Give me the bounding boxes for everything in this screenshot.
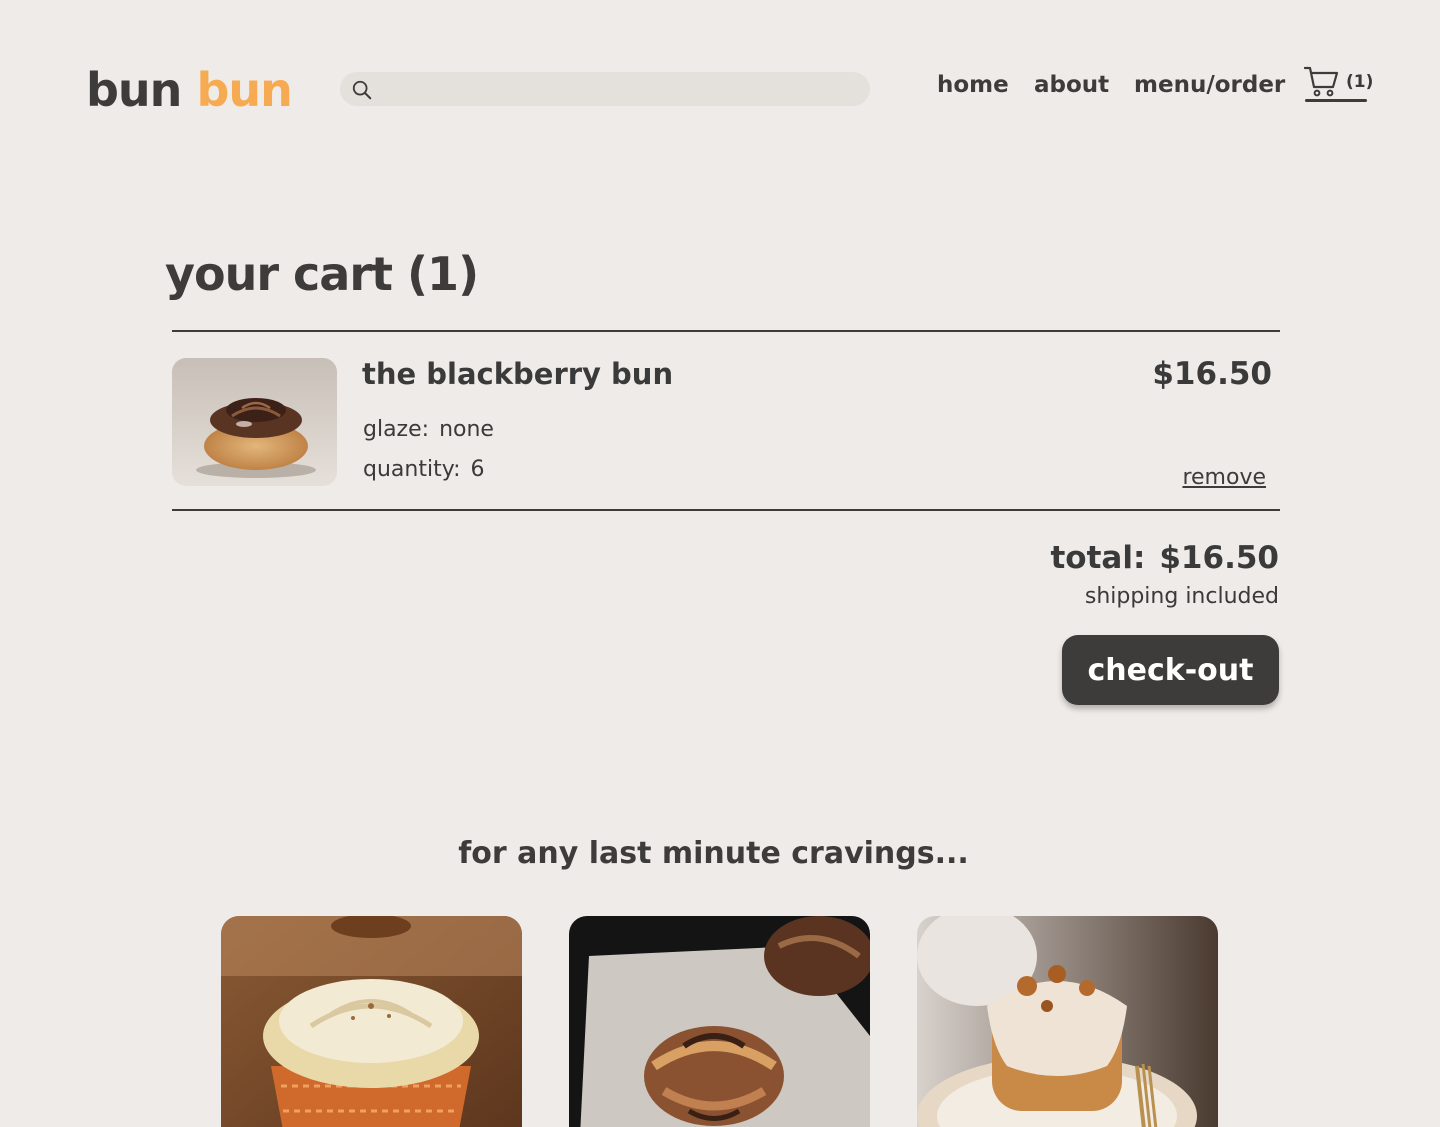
shipping-note: shipping included [1084, 584, 1279, 609]
suggestion-card[interactable] [569, 916, 870, 1127]
shopping-cart-icon [1304, 66, 1339, 97]
cart-total: total: $16.50 [1050, 538, 1279, 578]
item-name: the blackberry bun [362, 357, 674, 391]
cart-nav-button[interactable]: (1) [1304, 66, 1373, 104]
page-title: your cart (1) [165, 247, 479, 301]
remove-item-link[interactable]: remove [1182, 464, 1266, 492]
divider [172, 509, 1280, 511]
nav-menu-order[interactable]: menu/order [1134, 70, 1285, 100]
total-value: $16.50 [1159, 540, 1279, 576]
nav-about[interactable]: about [1034, 70, 1109, 100]
suggestion-image [917, 916, 1218, 1127]
checkout-button[interactable]: check-out [1062, 635, 1279, 705]
quantity-label: quantity: [363, 457, 461, 482]
suggestion-card[interactable] [221, 916, 522, 1127]
active-nav-underline [1305, 99, 1367, 102]
suggestions-heading: for any last minute cravings... [458, 836, 969, 871]
quantity-value: 6 [470, 457, 485, 482]
logo-word-1: bun [86, 63, 182, 117]
cart-count: (1) [1346, 72, 1374, 92]
total-label: total: [1050, 540, 1146, 576]
search-icon [352, 80, 372, 100]
item-quantity: quantity: 6 [363, 456, 485, 484]
logo-word-2: bun [196, 63, 292, 117]
product-image [172, 358, 337, 486]
search-bar[interactable] [340, 72, 870, 106]
glaze-value: none [439, 417, 494, 442]
nav-home[interactable]: home [937, 70, 1009, 100]
item-glaze: glaze: none [363, 416, 494, 444]
logo[interactable]: bun bun [86, 62, 293, 118]
suggestion-card[interactable] [917, 916, 1218, 1127]
item-price: $16.50 [1152, 356, 1272, 392]
cart-page: bun bun home about menu/order (1) your c… [0, 0, 1440, 1127]
glaze-label: glaze: [363, 417, 430, 442]
divider [172, 330, 1280, 332]
search-input[interactable] [380, 72, 860, 106]
suggestion-image [569, 916, 870, 1127]
suggestion-image [221, 916, 522, 1127]
